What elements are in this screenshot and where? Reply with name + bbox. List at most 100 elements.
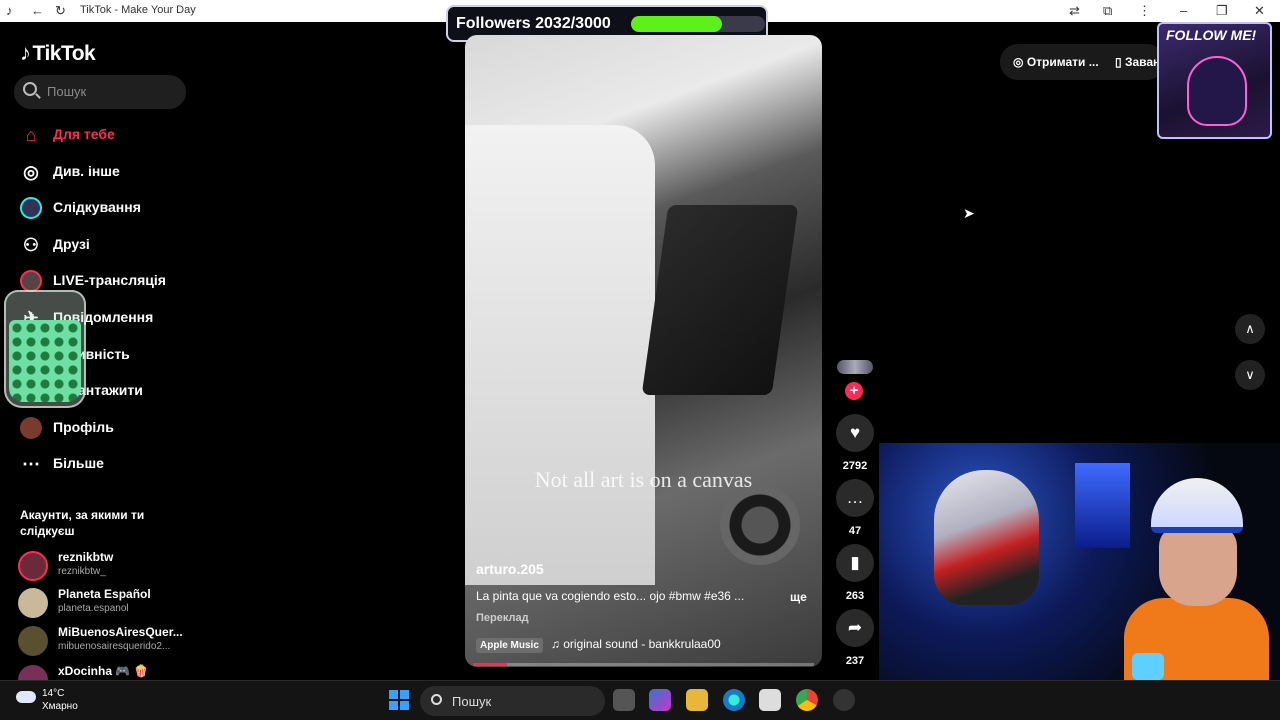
followers-goal-text: Followers 2032/3000: [456, 15, 611, 32]
tiktok-logo[interactable]: ♪TikTok: [20, 40, 96, 66]
search-input[interactable]: Пошук: [14, 75, 186, 109]
tiktok-note-icon: ♪: [20, 40, 31, 65]
account-item[interactable]: reznikbtw reznikbtw_: [18, 549, 198, 585]
sidebar-item-label: Друзі: [53, 236, 90, 252]
next-video-button[interactable]: ∨: [1235, 360, 1265, 390]
webcam-streamer: [1119, 478, 1269, 680]
sidebar-item-more[interactable]: ⋯ Більше: [20, 450, 200, 480]
account-item[interactable]: xDocinha 🎮 🍿: [18, 663, 198, 680]
account-item[interactable]: Planeta Español planeta.espanol: [18, 586, 198, 622]
mouse-cursor-icon: ➤: [963, 205, 975, 221]
streamer-cap: [1151, 478, 1243, 533]
avatar: [18, 588, 48, 618]
video-username[interactable]: arturo.205: [476, 561, 544, 577]
more-icon: ⋯: [22, 454, 40, 474]
save-count: 263: [845, 590, 865, 602]
windows-start-icon[interactable]: [389, 690, 409, 710]
share-count: 237: [845, 655, 865, 667]
share-icon[interactable]: ➦: [836, 609, 874, 647]
video-player[interactable]: Not all art is on a canvas arturo.205 La…: [465, 35, 822, 667]
apple-music-badge[interactable]: Apple Music: [476, 638, 543, 653]
sidebar-item-label: Слідкування: [53, 199, 141, 215]
save-action[interactable]: ▮ 263: [835, 544, 875, 602]
get-coins-label: Отримати ...: [1026, 55, 1099, 69]
music-info[interactable]: Apple Music ♫ original sound - bankkrulaa…: [476, 637, 721, 653]
os-taskbar: 14°C Хмарно Пошук: [0, 680, 1280, 720]
logo-text: TikTok: [32, 42, 96, 65]
creator-avatar[interactable]: [837, 360, 873, 374]
sidebar-item-friends[interactable]: ⚇ Друзі: [20, 231, 200, 261]
follow-me-text: FOLLOW ME!: [1166, 27, 1257, 43]
sidebar-item-label: LIVE-трансляція: [53, 272, 166, 288]
reload-icon[interactable]: ↻: [55, 3, 66, 19]
copilot-icon[interactable]: [649, 689, 671, 711]
follow-plus-button[interactable]: +: [845, 382, 863, 400]
store-icon[interactable]: [759, 689, 781, 711]
share-action[interactable]: ➦ 237: [835, 609, 875, 667]
top-actions-pill: ◎ Отримати ... ▯ Завантаж...: [1000, 44, 1191, 80]
music-title: original sound - bankkrulaa00: [563, 637, 721, 651]
video-progress-bar[interactable]: [473, 663, 814, 666]
temperature: 14°C: [42, 688, 65, 699]
webcam-helmet-figure: [934, 470, 1039, 605]
obs-icon[interactable]: [833, 689, 855, 711]
search-icon: [431, 694, 442, 705]
sidebar-item-label: Більше: [53, 455, 104, 471]
menu-kebab-icon[interactable]: ⋮: [1138, 3, 1151, 19]
sidebar-item-label: Див. інше: [53, 163, 120, 179]
account-name: reznikbtw: [58, 550, 114, 564]
heart-icon[interactable]: ♥: [836, 414, 874, 452]
stream-jar-widget: [4, 290, 86, 408]
cloud-icon: [16, 691, 36, 703]
follow-me-overlay: FOLLOW ME!: [1157, 22, 1272, 139]
restore-icon[interactable]: ❐: [1216, 3, 1228, 19]
account-name: Planeta Español: [58, 587, 151, 601]
minimize-icon[interactable]: –: [1180, 3, 1187, 18]
get-coins-button[interactable]: ◎ Отримати ...: [1013, 55, 1099, 69]
sidebar-item-profile[interactable]: Профіль: [20, 414, 200, 444]
streamer-face: [1159, 526, 1237, 606]
comment-icon[interactable]: …: [836, 479, 874, 517]
following-accounts-title: Акаунти, за якими ти слідкуєш: [20, 508, 145, 538]
video-frame-pulley: [720, 485, 800, 565]
account-item[interactable]: MiBuenosAiresQuer... mibuenosairesquerid…: [18, 624, 198, 660]
extensions-icon[interactable]: ⧉: [1103, 3, 1112, 19]
profile-avatar-icon: [20, 417, 42, 439]
account-handle: planeta.espanol: [58, 603, 129, 614]
like-action[interactable]: ♥ 2792: [835, 414, 875, 472]
sidebar-item-following[interactable]: Слідкування: [20, 194, 200, 224]
video-progress-fill: [473, 663, 508, 666]
video-description: La pinta que va cogiendo esto... ojo #bm…: [476, 589, 745, 603]
more-button[interactable]: ще: [790, 590, 807, 604]
search-icon: [23, 82, 37, 96]
back-icon[interactable]: ←: [31, 3, 44, 18]
compass-icon: ◎: [23, 162, 39, 182]
avatar: [18, 665, 48, 680]
window-title: TikTok - Make Your Day: [80, 4, 196, 16]
followers-progress-fill: [631, 16, 722, 32]
bookmark-icon[interactable]: ▮: [836, 544, 874, 582]
edge-icon[interactable]: [723, 689, 745, 711]
chrome-icon[interactable]: [796, 689, 818, 711]
comment-count: 47: [848, 525, 862, 537]
task-view-icon[interactable]: [613, 689, 635, 711]
taskbar-search[interactable]: Пошук: [420, 686, 605, 716]
file-explorer-icon[interactable]: [686, 689, 708, 711]
webcam-lamp: [1132, 653, 1164, 680]
previous-video-button[interactable]: ∧: [1235, 314, 1265, 344]
comment-action[interactable]: … 47: [835, 479, 875, 537]
home-icon: ⌂: [25, 125, 37, 145]
like-count: 2792: [842, 460, 868, 472]
sidebar-item-for-you[interactable]: ⌂ Для тебе: [20, 121, 200, 151]
close-icon[interactable]: ✕: [1254, 3, 1265, 19]
account-name: xDocinha 🎮 🍿: [58, 664, 149, 678]
music-note-icon: ♫: [550, 637, 564, 651]
translate-icon[interactable]: ⇄: [1069, 3, 1080, 19]
video-frame-bodywork: [465, 125, 655, 585]
live-icon: [20, 270, 42, 292]
followers-progress-bar: [631, 16, 765, 32]
account-name: MiBuenosAiresQuer...: [58, 625, 183, 639]
account-handle: reznikbtw_: [58, 566, 106, 577]
sidebar-item-explore[interactable]: ◎ Див. інше: [20, 158, 200, 188]
translate-button[interactable]: Переклад: [476, 612, 529, 624]
